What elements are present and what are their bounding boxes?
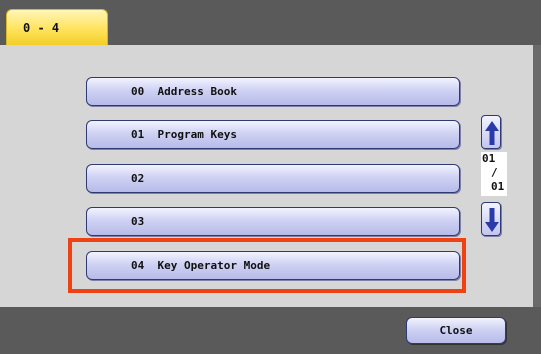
scroll-up-button[interactable] bbox=[481, 115, 501, 149]
key-operator-screen: 0 - 4 00 Address Book 01 Program Keys 02… bbox=[0, 0, 541, 354]
tab-bar: 0 - 4 bbox=[0, 0, 541, 45]
list-item-02[interactable]: 02 bbox=[86, 164, 460, 193]
page-total: 01 bbox=[491, 180, 505, 193]
list-item-program-keys[interactable]: 01 Program Keys bbox=[86, 120, 460, 149]
panel-right-edge bbox=[533, 45, 541, 307]
selection-highlight bbox=[68, 238, 466, 293]
tab-0-4[interactable]: 0 - 4 bbox=[6, 9, 108, 45]
page-current: 01 bbox=[482, 152, 496, 165]
close-button[interactable]: Close bbox=[406, 317, 506, 344]
list-item-address-book[interactable]: 00 Address Book bbox=[86, 77, 460, 106]
page-separator: / bbox=[491, 166, 498, 179]
scroll-down-button[interactable] bbox=[481, 202, 501, 236]
page-indicator: 01 / 01 bbox=[481, 152, 507, 196]
list-item-03[interactable]: 03 bbox=[86, 207, 460, 236]
arrow-down-icon bbox=[485, 208, 499, 232]
arrow-up-icon bbox=[485, 121, 499, 145]
